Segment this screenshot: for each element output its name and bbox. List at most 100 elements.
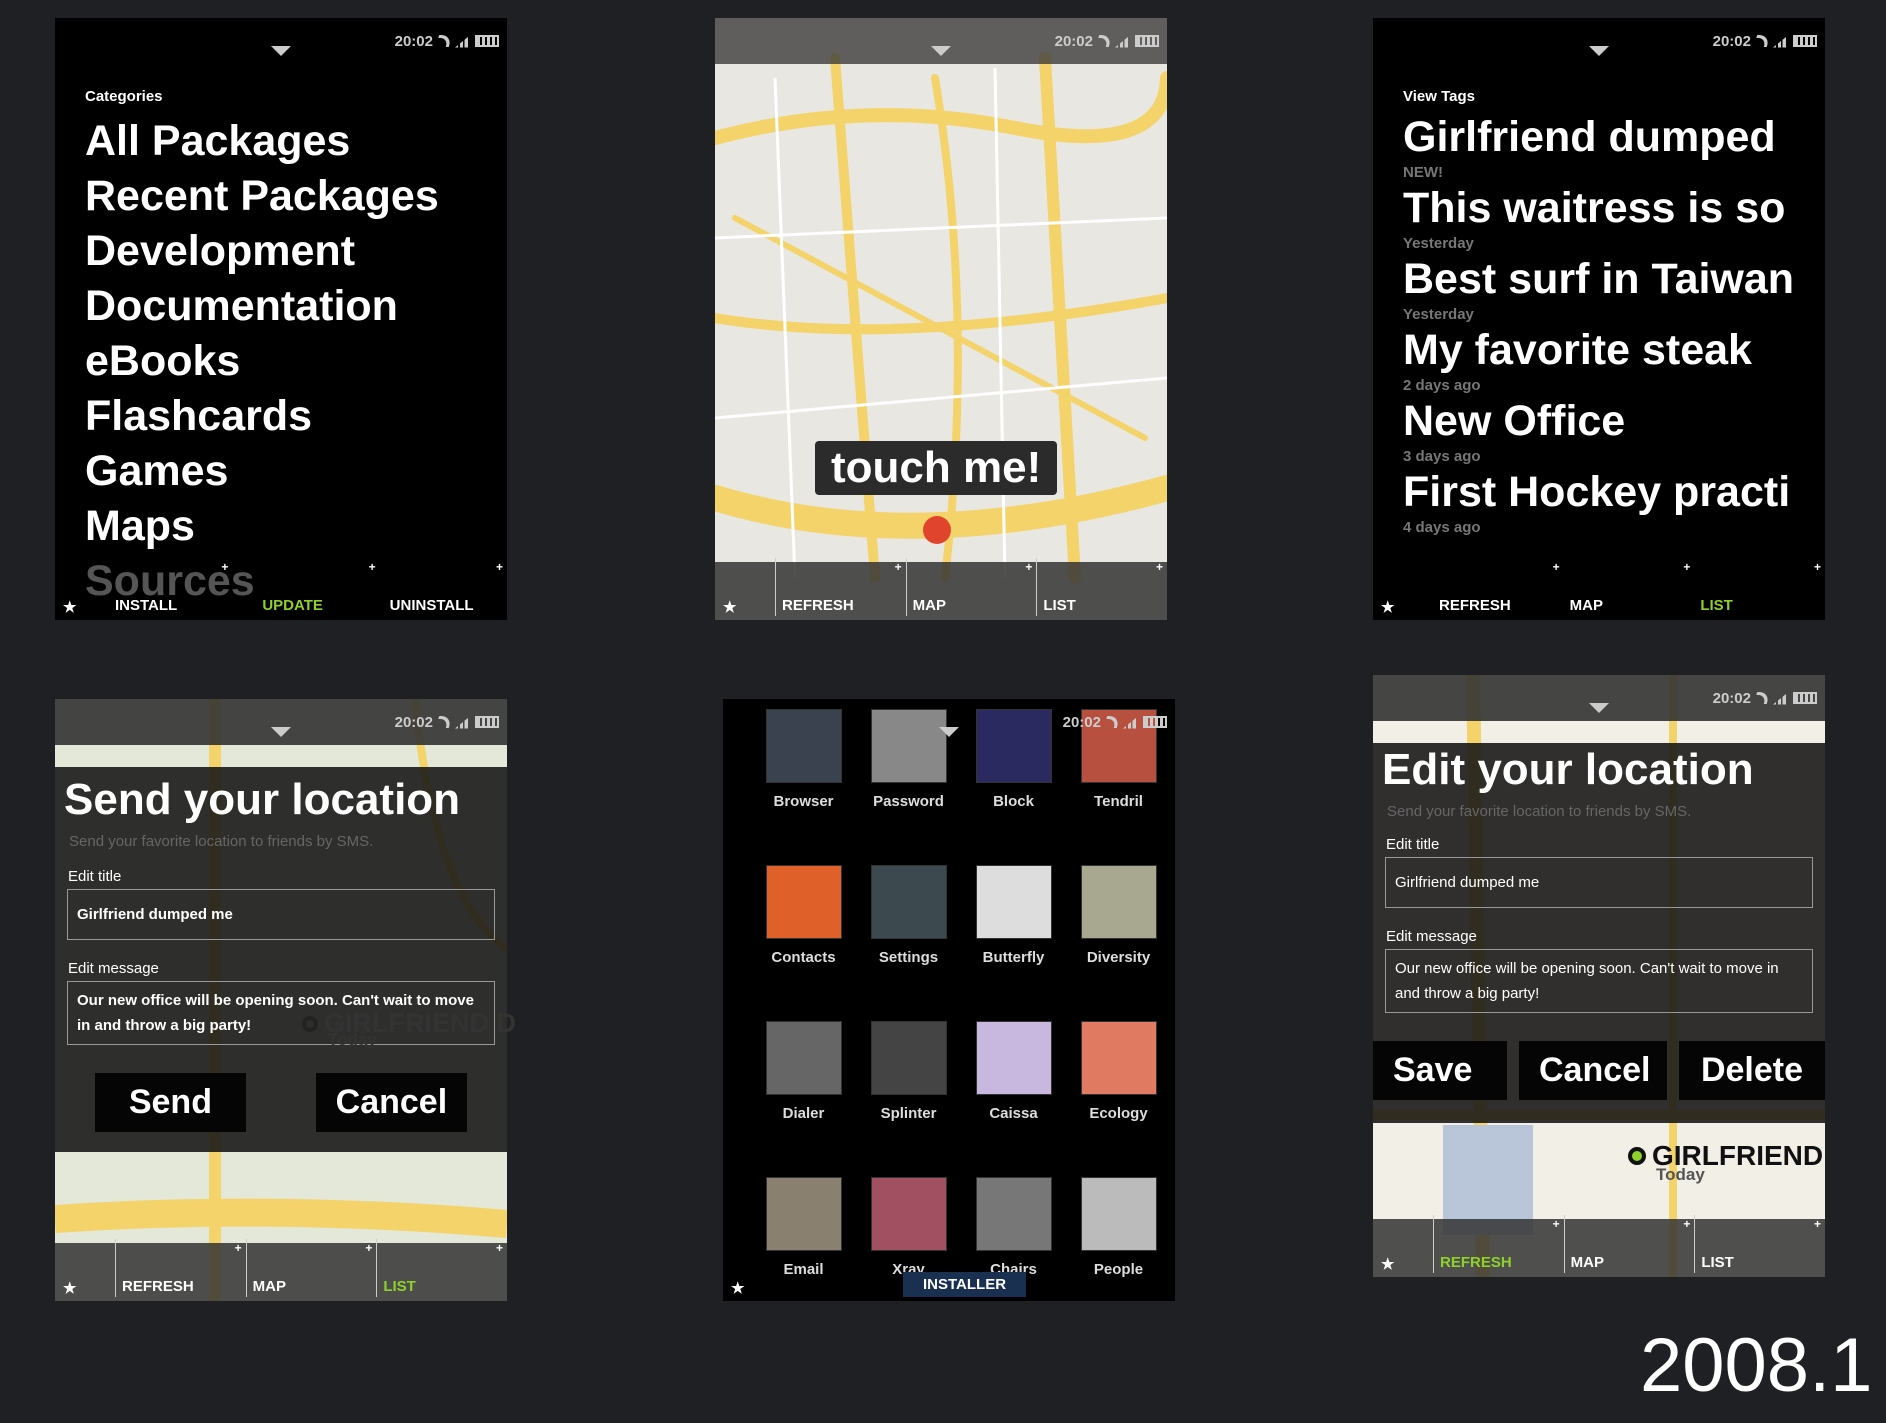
plus-icon: + <box>234 1241 242 1255</box>
label: LIST <box>1701 1254 1734 1271</box>
tag-item[interactable]: New Office 3 days ago <box>1403 398 1794 469</box>
app-icon-caissa[interactable]: Caissa <box>961 1021 1066 1122</box>
tag-item[interactable]: My favorite steak 2 days ago <box>1403 327 1794 398</box>
wifi-icon <box>434 716 454 728</box>
app-icon-splinter[interactable]: Splinter <box>856 1021 961 1122</box>
list-button[interactable]: LIST + <box>1694 1215 1825 1273</box>
label: UPDATE <box>262 597 323 614</box>
app-icon-contacts[interactable]: Contacts <box>751 865 856 966</box>
send-button[interactable]: Send <box>94 1073 246 1132</box>
location-marker[interactable] <box>923 516 951 544</box>
plus-icon: + <box>368 560 376 574</box>
bottom-bar: ★ INSTALLER <box>723 1271 1175 1301</box>
install-button[interactable]: INSTALL + <box>115 558 232 616</box>
wifi-icon <box>1752 35 1772 47</box>
app-thumbnail <box>765 1177 842 1251</box>
category-item[interactable]: Flashcards <box>85 389 439 444</box>
title-input[interactable]: Girlfriend dumped me <box>67 889 495 940</box>
category-item[interactable]: Recent Packages <box>85 169 439 224</box>
label: REFRESH <box>1439 597 1511 614</box>
save-button[interactable]: Save <box>1373 1041 1507 1100</box>
star-icon[interactable]: ★ <box>723 1279 783 1297</box>
touch-me-bubble[interactable]: touch me! <box>815 441 1058 495</box>
delete-button[interactable]: Delete <box>1679 1041 1825 1100</box>
star-icon[interactable]: ★ <box>1373 1255 1433 1273</box>
notification-dropdown-icon[interactable] <box>1589 46 1609 56</box>
category-item[interactable]: Maps <box>85 499 439 554</box>
refresh-button[interactable]: REFRESH + <box>1433 558 1564 616</box>
category-item[interactable]: All Packages <box>85 114 439 169</box>
tag-date: Yesterday <box>1403 306 1474 323</box>
tag-item[interactable]: First Hockey practi 4 days ago <box>1403 469 1794 540</box>
app-icon-ecology[interactable]: Ecology <box>1066 1021 1171 1122</box>
app-icon-people[interactable]: People <box>1066 1177 1171 1278</box>
category-item[interactable]: Games <box>85 444 439 499</box>
refresh-button[interactable]: REFRESH + <box>1433 1215 1564 1273</box>
star-icon[interactable]: ★ <box>55 1279 115 1297</box>
app-icon-xray[interactable]: Xray <box>856 1177 961 1278</box>
notification-dropdown-icon[interactable] <box>271 727 291 737</box>
signal-icon <box>1773 34 1789 48</box>
categories-screen: 20:02 Categories All Packages Recent Pac… <box>55 18 507 620</box>
tag-list: Girlfriend dumped NEW! This waitress is s… <box>1403 114 1794 540</box>
refresh-button[interactable]: REFRESH + <box>115 1239 246 1297</box>
bottom-bar: ★ REFRESH + MAP + LIST + <box>55 1239 507 1301</box>
tag-item[interactable]: This waitress is so Yesterday <box>1403 185 1794 256</box>
label: MAP <box>1569 597 1604 614</box>
marker-dot-icon <box>302 1015 318 1032</box>
category-item[interactable]: Development <box>85 224 439 279</box>
installer-button[interactable]: INSTALLER <box>903 1272 1027 1297</box>
version-label: 2008.1 <box>1640 1323 1873 1408</box>
cancel-button[interactable]: Cancel <box>315 1073 468 1132</box>
category-item[interactable]: eBooks <box>85 334 439 389</box>
app-thumbnail <box>870 865 947 939</box>
plus-icon: + <box>495 560 503 574</box>
tag-item[interactable]: Girlfriend dumped NEW! <box>1403 114 1794 185</box>
wifi-icon <box>1102 716 1122 728</box>
wifi-icon <box>434 35 454 47</box>
tags-screen: 20:02 View Tags Girlfriend dumped NEW! Th… <box>1373 18 1825 620</box>
star-icon[interactable]: ★ <box>55 598 115 616</box>
notification-dropdown-icon[interactable] <box>1589 703 1609 713</box>
notification-dropdown-icon[interactable] <box>931 46 951 56</box>
label: LIST <box>1700 597 1733 614</box>
list-button[interactable]: LIST + <box>1036 558 1167 616</box>
bottom-bar: ★ REFRESH + MAP + LIST + <box>1373 560 1825 620</box>
cancel-button[interactable]: Cancel <box>1519 1041 1667 1100</box>
list-button[interactable]: LIST + <box>376 1239 507 1297</box>
map-button[interactable]: MAP + <box>1564 558 1695 616</box>
title-label: Edit title <box>1386 836 1440 853</box>
list-button[interactable]: LIST + <box>1694 558 1825 616</box>
dialog-title: Edit your location <box>1382 745 1754 794</box>
app-thumbnail <box>765 1021 842 1095</box>
message-label: Edit message <box>1386 928 1477 945</box>
app-icon-dialer[interactable]: Dialer <box>751 1021 856 1122</box>
uninstall-button[interactable]: UNINSTALL + <box>380 558 507 616</box>
notification-dropdown-icon[interactable] <box>939 727 959 737</box>
map-button[interactable]: MAP + <box>1563 1215 1695 1273</box>
bottom-bar: ★ REFRESH + MAP + LIST + <box>715 558 1167 620</box>
category-item[interactable]: Documentation <box>85 279 439 334</box>
clock: 20:02 <box>1062 713 1101 731</box>
map-button[interactable]: MAP + <box>245 1239 377 1297</box>
notification-dropdown-icon[interactable] <box>271 46 291 56</box>
update-button[interactable]: UPDATE + <box>232 558 379 616</box>
plus-icon: + <box>1025 560 1033 574</box>
message-input[interactable]: Our new office will be opening soon. Can… <box>1385 949 1813 1013</box>
app-icon-settings[interactable]: Settings <box>856 865 961 966</box>
app-icon-chairs[interactable]: Chairs <box>961 1177 1066 1278</box>
title-input[interactable]: Girlfriend dumped me <box>1385 857 1813 908</box>
label: UNINSTALL <box>389 597 474 614</box>
app-icon-butterfly[interactable]: Butterfly <box>961 865 1066 966</box>
app-thumbnail <box>1080 1021 1157 1095</box>
tag-item[interactable]: Best surf in Taiwan Yesterday <box>1403 256 1794 327</box>
star-icon[interactable]: ★ <box>1373 598 1433 616</box>
star-icon[interactable]: ★ <box>715 598 775 616</box>
app-icon-email[interactable]: Email <box>751 1177 856 1278</box>
dialog-subtitle: Send your favorite location to friends b… <box>69 833 374 850</box>
refresh-button[interactable]: REFRESH + <box>775 558 906 616</box>
app-icon-diversity[interactable]: Diversity <box>1066 865 1171 966</box>
map-button[interactable]: MAP + <box>905 558 1037 616</box>
battery-icon <box>1135 35 1159 47</box>
plus-icon: + <box>1156 560 1164 574</box>
